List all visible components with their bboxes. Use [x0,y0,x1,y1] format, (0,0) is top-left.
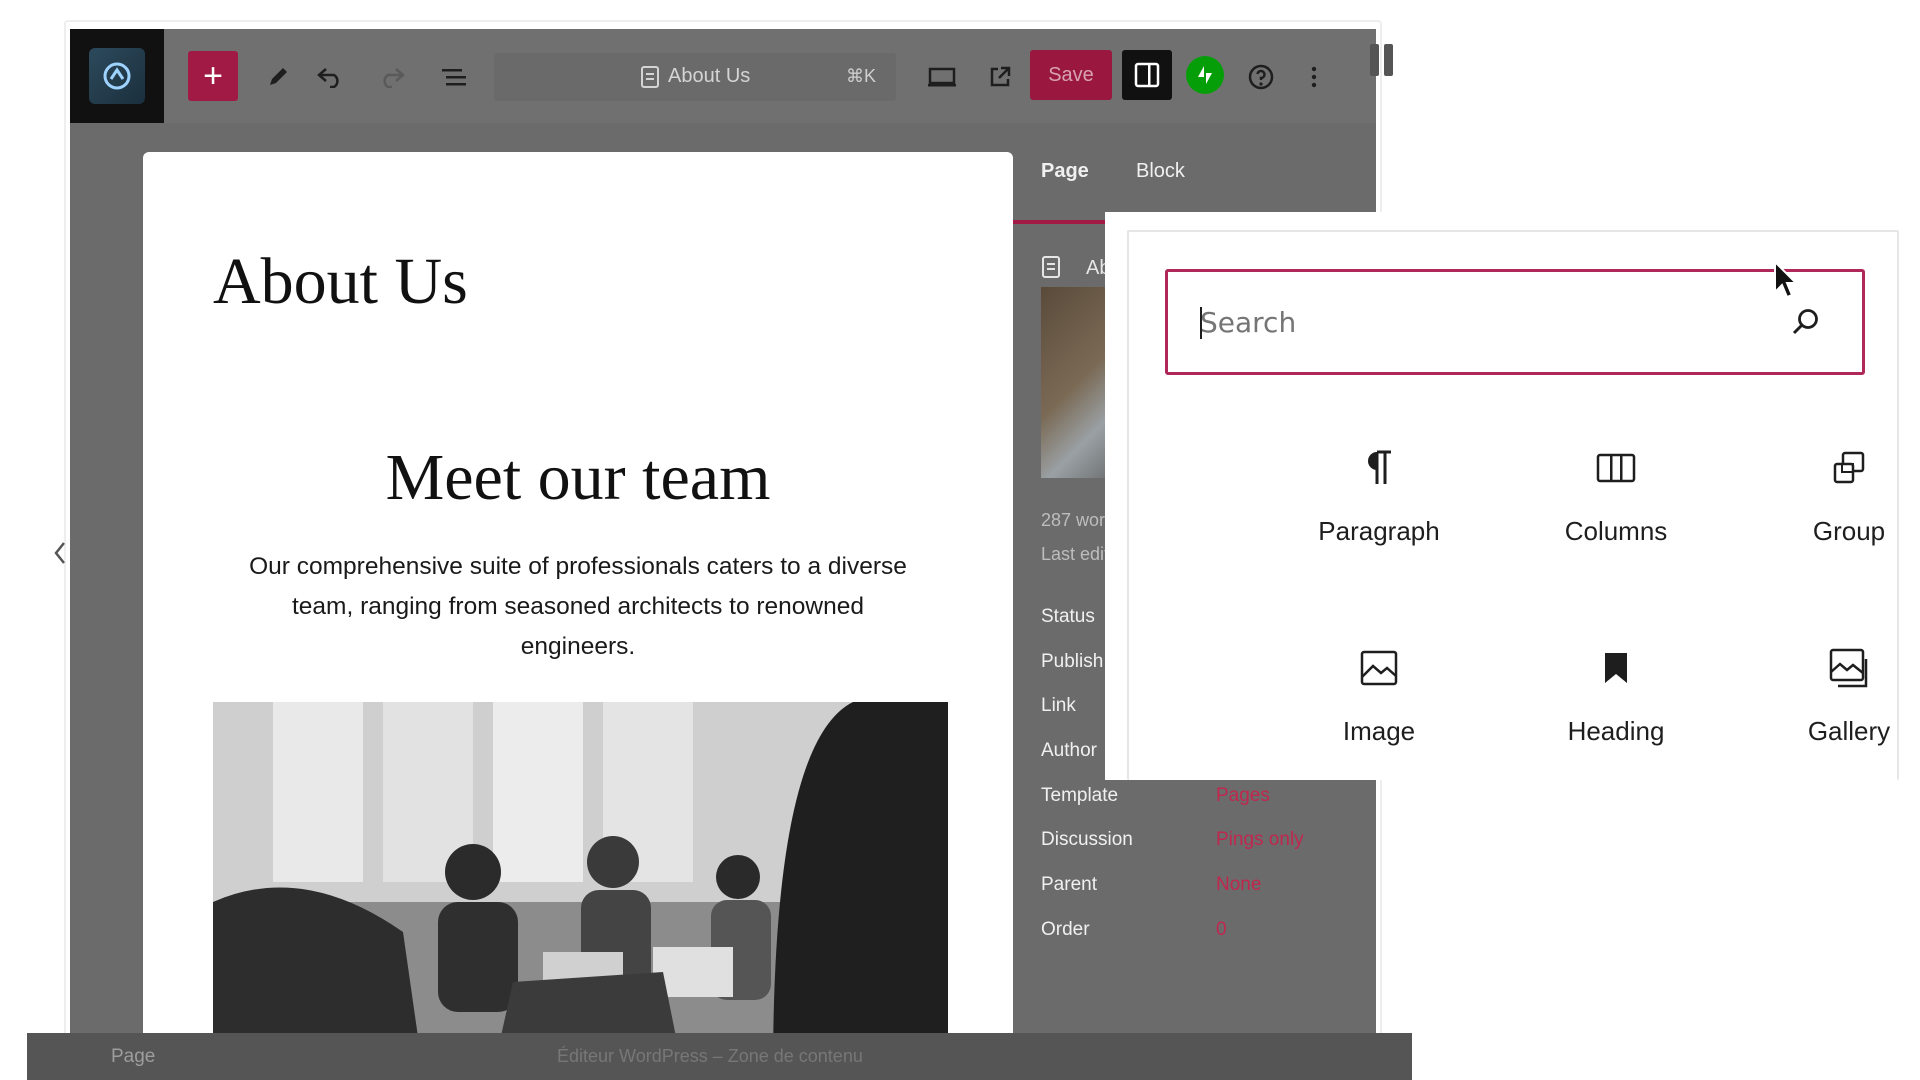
editor-canvas[interactable]: About Us Meet our team Our comprehensive… [143,152,1013,1072]
preview-button[interactable] [920,55,964,99]
document-title: About Us [668,65,751,87]
block-columns[interactable]: Columns [1516,432,1716,592]
undo-button[interactable] [308,55,352,99]
order-value[interactable]: 0 [1216,919,1227,941]
site-logo [89,48,145,104]
parent-value[interactable]: None [1216,874,1261,896]
document-bar[interactable]: About Us ⌘K [494,53,896,101]
block-image[interactable]: Image [1279,632,1479,780]
team-heading-block[interactable]: Meet our team [143,440,1013,516]
block-label: Gallery [1807,716,1891,746]
block-paragraph[interactable]: Paragraph [1279,432,1479,592]
group-icon [1825,444,1873,492]
tab-block[interactable]: Block [1136,160,1185,183]
block-gallery[interactable]: Gallery [1749,632,1897,780]
help-icon [1248,64,1274,90]
document-overview-button[interactable] [432,55,476,99]
block-label: Heading [1567,716,1665,746]
block-label: Columns [1564,516,1668,546]
breadcrumb[interactable]: Page [111,1046,155,1068]
search-icon [1792,309,1818,335]
undo-icon [317,68,339,88]
block-inserter-popover: Paragraph Columns Group [1127,230,1899,780]
block-heading[interactable]: Heading [1516,632,1716,780]
block-group[interactable]: Group [1749,432,1897,592]
jetpack-button[interactable] [1186,56,1224,94]
view-page-button[interactable] [978,55,1022,99]
template-label: Template [1041,785,1119,806]
columns-icon [1592,444,1640,492]
pause-icon[interactable] [1370,44,1396,78]
discussion-label: Discussion [1041,829,1133,850]
heading-icon [1592,644,1640,692]
site-icon-button[interactable] [70,29,164,123]
options-button[interactable] [1299,55,1329,99]
block-search-box[interactable] [1165,269,1865,375]
paragraph-icon [1355,444,1403,492]
gallery-icon [1825,644,1873,692]
redo-button[interactable] [370,55,414,99]
discussion-value[interactable]: Pings only [1216,829,1304,851]
team-photo-image-block[interactable] [213,702,948,1072]
redo-icon [383,68,405,88]
help-button[interactable] [1239,55,1283,99]
editor-toolbar: + About Us ⌘K Save [70,29,1376,123]
page-icon [641,66,659,88]
desktop-icon [928,67,956,87]
order-label: Order [1041,919,1090,940]
tab-page[interactable]: Page [1041,160,1089,183]
block-search-input[interactable] [1198,290,1758,354]
author-label: Author [1041,740,1097,761]
tools-button[interactable] [256,55,300,99]
add-block-button[interactable]: + [188,51,238,101]
settings-toggle-button[interactable] [1122,50,1172,100]
text-caret [1200,307,1202,339]
save-button[interactable]: Save [1030,50,1112,100]
status-label: Status [1041,606,1095,627]
command-shortcut: ⌘K [846,66,877,86]
more-vertical-icon [1311,66,1317,88]
external-link-icon [990,66,1011,87]
pencil-icon [270,68,287,85]
block-label: Paragraph [1318,516,1440,546]
page-title[interactable]: About Us [213,244,468,320]
sidebar-icon [1134,62,1160,88]
block-label: Image [1342,716,1416,746]
chevron-left-icon[interactable] [52,540,68,566]
team-meeting-photo [213,702,948,1072]
editor-status-bar: Page Éditeur WordPress – Zone de contenu [27,1033,1412,1080]
jetpack-icon [1198,66,1212,84]
wordpress-site-icon [103,62,131,90]
link-label: Link [1041,695,1076,716]
template-value[interactable]: Pages [1216,785,1270,807]
active-tab-indicator [1013,220,1113,224]
team-paragraph-block[interactable]: Our comprehensive suite of professionals… [238,547,918,667]
region-label: Éditeur WordPress – Zone de contenu [557,1046,863,1066]
list-view-icon [442,69,466,86]
parent-label: Parent [1041,874,1097,895]
block-label: Group [1812,516,1886,546]
page-icon [1042,256,1060,278]
mouse-cursor-icon [1774,260,1798,299]
publish-label: Publish [1041,651,1104,672]
image-icon [1355,644,1403,692]
